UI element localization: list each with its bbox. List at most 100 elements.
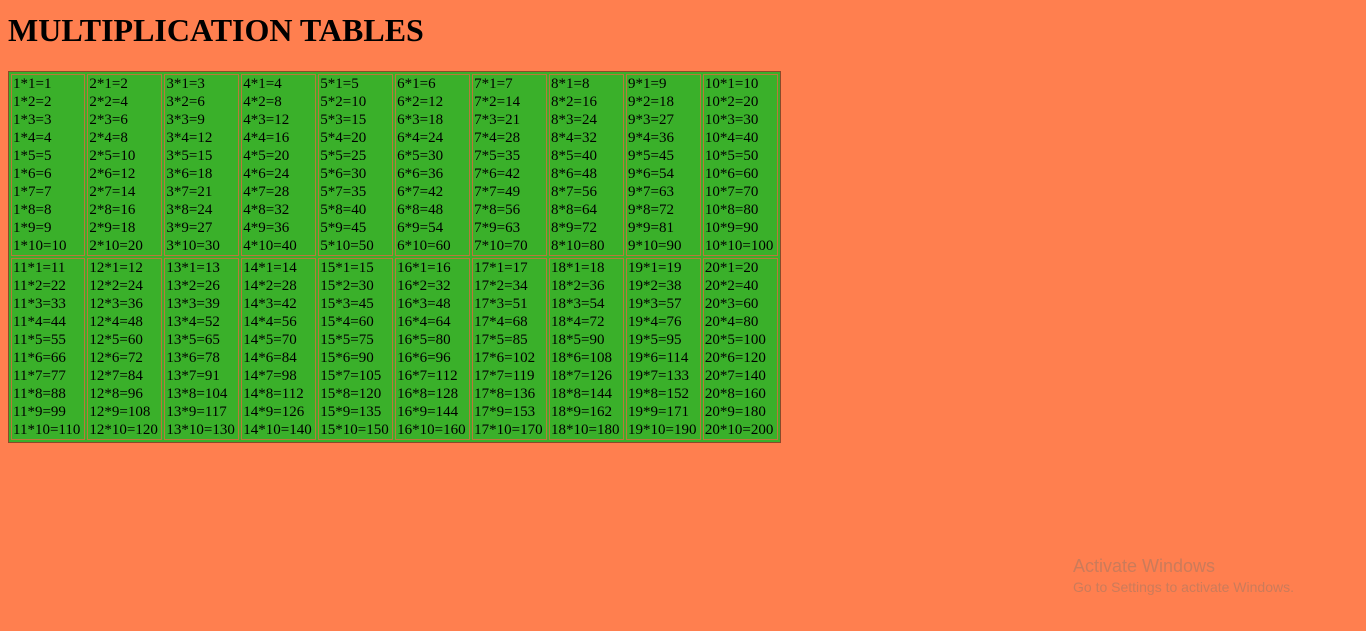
- table-cell-line: 9*10=90: [627, 238, 682, 254]
- table-cell-line: 11*7=77: [13, 368, 66, 384]
- table-cell-line: 16*1=16: [397, 260, 451, 276]
- table-cell-line: 12*4=48: [89, 314, 143, 330]
- table-cell-line: 16*7=112: [397, 368, 458, 384]
- table-cell: 12*1=12 12*2=24 12*3=36 12*4=48 12*5=60 12*6=…: [87, 258, 163, 440]
- table-cell-line: 13*9=117: [166, 404, 227, 420]
- table-cell-line: 3*3=9: [166, 112, 205, 128]
- table-cell-line: 20*10=200: [704, 422, 774, 438]
- table-cell-line: 18*1=18: [551, 260, 605, 276]
- table-cell-line: 9*7=63: [627, 184, 674, 200]
- table-cell-line: 18*4=72: [551, 314, 605, 330]
- table-cell-line: 8*7=56: [551, 184, 598, 200]
- table-cell-line: 6*4=24: [397, 130, 444, 146]
- table-cell-line: 19*9=171: [627, 404, 689, 420]
- table-cell-line: 2*1=2: [89, 76, 128, 92]
- table-cell-line: 6*10=60: [397, 238, 451, 254]
- table-cell-line: 13*10=130: [166, 422, 235, 438]
- table-row: 1*1=1 1*2=2 1*3=3 1*4=4 1*5=5 1*6=6 1*7=7 1*8=8…: [11, 74, 778, 256]
- table-cell-line: 20*9=180: [704, 404, 766, 420]
- table-cell-line: 15*4=60: [320, 314, 374, 330]
- table-cell-line: 6*2=12: [397, 94, 444, 110]
- table-cell: 10*1=10 10*2=20 10*3=30 10*4=40 10*5=50 10*6=…: [702, 74, 778, 256]
- table-cell-line: 2*10=20: [89, 238, 143, 254]
- table-cell-line: 3*4=12: [166, 130, 213, 146]
- table-cell-line: 7*6=42: [474, 166, 521, 182]
- table-cell-line: 11*10=110: [13, 422, 81, 438]
- table-cell-line: 7*4=28: [474, 130, 521, 146]
- table-cell-line: 6*5=30: [397, 148, 444, 164]
- table-cell: 19*1=19 19*2=38 19*3=57 19*4=76 19*5=95 19*6=…: [625, 258, 701, 440]
- table-cell-line: 5*2=10: [320, 94, 367, 110]
- table-cell-line: 2*4=8: [89, 130, 128, 146]
- table-cell-line: 11*6=66: [13, 350, 66, 366]
- table-cell-line: 18*6=108: [551, 350, 613, 366]
- table-cell-line: 5*8=40: [320, 202, 367, 218]
- table-cell-line: 9*1=9: [627, 76, 667, 92]
- table-cell: 11*1=11 11*2=22 11*3=33 11*4=44 11*5=55 11*6=…: [11, 258, 86, 440]
- table-cell-line: 4*8=32: [243, 202, 290, 218]
- table-cell-line: 19*5=95: [627, 332, 682, 348]
- watermark-subtitle: Go to Settings to activate Windows.: [1073, 579, 1294, 595]
- table-cell-line: 2*2=4: [89, 94, 128, 110]
- table-cell-line: 17*8=136: [474, 386, 536, 402]
- table-cell-line: 12*5=60: [89, 332, 143, 348]
- table-cell-line: 9*5=45: [627, 148, 674, 164]
- table-cell-line: 20*6=120: [704, 350, 766, 366]
- table-cell-line: 14*2=28: [243, 278, 297, 294]
- table-cell-line: 13*1=13: [166, 260, 220, 276]
- table-cell-line: 4*1=4: [243, 76, 282, 92]
- table-cell-line: 14*3=42: [243, 296, 297, 312]
- table-cell-line: 16*8=128: [397, 386, 459, 402]
- table-cell-line: 5*10=50: [320, 238, 374, 254]
- table-cell-line: 9*9=81: [627, 220, 674, 236]
- table-cell-line: 18*5=90: [551, 332, 605, 348]
- table-cell-line: 1*8=8: [13, 202, 52, 218]
- table-cell: 13*1=13 13*2=26 13*3=39 13*4=52 13*5=65 13*6=…: [164, 258, 240, 440]
- table-cell-line: 1*6=6: [13, 166, 52, 182]
- table-cell-line: 13*8=104: [166, 386, 228, 402]
- table-cell-line: 17*9=153: [474, 404, 536, 420]
- page-title: MULTIPLICATION TABLES: [8, 12, 424, 48]
- table-cell-line: 10*7=70: [704, 184, 759, 200]
- table-cell-line: 20*3=60: [704, 296, 759, 312]
- table-cell-line: 15*2=30: [320, 278, 374, 294]
- table-cell-line: 17*3=51: [474, 296, 528, 312]
- table-cell-line: 1*3=3: [13, 112, 52, 128]
- table-cell-line: 19*2=38: [627, 278, 682, 294]
- table-cell-line: 3*5=15: [166, 148, 213, 164]
- table-cell-line: 20*4=80: [704, 314, 759, 330]
- table-cell-line: 5*3=15: [320, 112, 367, 128]
- table-cell-line: 15*8=120: [320, 386, 382, 402]
- multiplication-table-body: 1*1=1 1*2=2 1*3=3 1*4=4 1*5=5 1*6=6 1*7=7 1*8=8…: [11, 74, 778, 440]
- table-cell-line: 19*6=114: [627, 350, 689, 366]
- table-cell-line: 12*8=96: [89, 386, 143, 402]
- table-cell-line: 12*6=72: [89, 350, 143, 366]
- table-cell-line: 19*4=76: [627, 314, 682, 330]
- table-cell-line: 4*3=12: [243, 112, 290, 128]
- table-cell-line: 1*2=2: [13, 94, 52, 110]
- table-cell: 18*1=18 18*2=36 18*3=54 18*4=72 18*5=90 18*6=…: [549, 258, 624, 440]
- table-cell-line: 11*1=11: [13, 260, 66, 276]
- table-cell-line: 18*10=180: [551, 422, 620, 438]
- table-cell-line: 17*4=68: [474, 314, 528, 330]
- table-cell-line: 7*10=70: [474, 238, 528, 254]
- table-cell-line: 7*9=63: [474, 220, 521, 236]
- table-cell-line: 9*8=72: [627, 202, 674, 218]
- table-cell-line: 3*10=30: [166, 238, 220, 254]
- table-cell-line: 10*5=50: [704, 148, 759, 164]
- table-cell-line: 2*8=16: [89, 202, 136, 218]
- table-cell-line: 20*7=140: [704, 368, 766, 384]
- table-cell-line: 14*5=70: [243, 332, 297, 348]
- table-cell-line: 7*5=35: [474, 148, 521, 164]
- table-cell-line: 5*5=25: [320, 148, 367, 164]
- table-cell-line: 3*9=27: [166, 220, 213, 236]
- table-cell-line: 7*2=14: [474, 94, 521, 110]
- table-cell-line: 19*7=133: [627, 368, 689, 384]
- table-cell-line: 3*6=18: [166, 166, 213, 182]
- table-cell-line: 6*1=6: [397, 76, 436, 92]
- table-cell-line: 7*8=56: [474, 202, 521, 218]
- table-cell-line: 3*7=21: [166, 184, 213, 200]
- table-cell-line: 10*3=30: [704, 112, 759, 128]
- table-cell-line: 7*1=7: [474, 76, 513, 92]
- table-cell-line: 10*2=20: [704, 94, 759, 110]
